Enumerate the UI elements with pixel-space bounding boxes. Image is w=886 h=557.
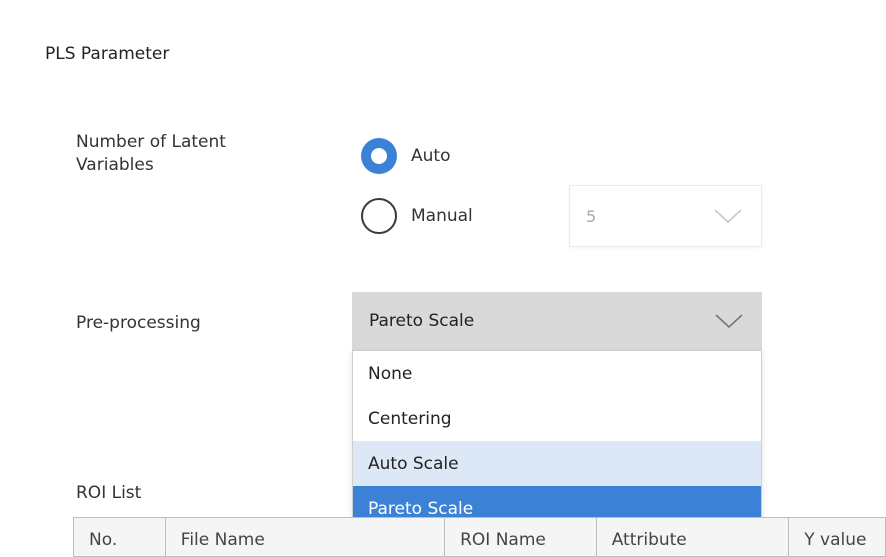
manual-radio[interactable]: Manual (361, 198, 473, 234)
option-none[interactable]: None (353, 351, 761, 396)
column-header-y-value[interactable]: Y value (789, 518, 885, 556)
column-header-no[interactable]: No. (74, 518, 166, 556)
auto-radio-label: Auto (411, 146, 451, 166)
radio-unselected-icon[interactable] (361, 198, 397, 234)
latent-variable-count-value: 5 (586, 206, 597, 226)
latent-variable-count-select[interactable]: 5 (570, 186, 761, 246)
roi-list-label: ROI List (76, 483, 142, 503)
auto-radio[interactable]: Auto (361, 138, 450, 174)
preprocessing-selected-value: Pareto Scale (369, 311, 475, 331)
option-centering[interactable]: Centering (353, 396, 761, 441)
column-header-roi-name[interactable]: ROI Name (445, 518, 597, 556)
preprocessing-select[interactable]: Pareto Scale (352, 292, 762, 350)
column-header-file-name[interactable]: File Name (166, 518, 446, 556)
option-auto-scale[interactable]: Auto Scale (353, 441, 761, 486)
chevron-down-icon (715, 314, 743, 329)
preprocessing-label: Pre-processing (76, 313, 201, 333)
column-header-attribute[interactable]: Attribute (597, 518, 790, 556)
section-title: PLS Parameter (45, 44, 170, 64)
roi-table-header: No. File Name ROI Name Attribute Y value (73, 517, 886, 557)
chevron-down-icon (714, 209, 742, 224)
radio-selected-icon[interactable] (361, 138, 397, 174)
preprocessing-dropdown-list: None Centering Auto Scale Pareto Scale (352, 350, 762, 532)
latent-variables-label: Number of Latent Variables (76, 132, 226, 175)
manual-radio-label: Manual (411, 206, 473, 226)
